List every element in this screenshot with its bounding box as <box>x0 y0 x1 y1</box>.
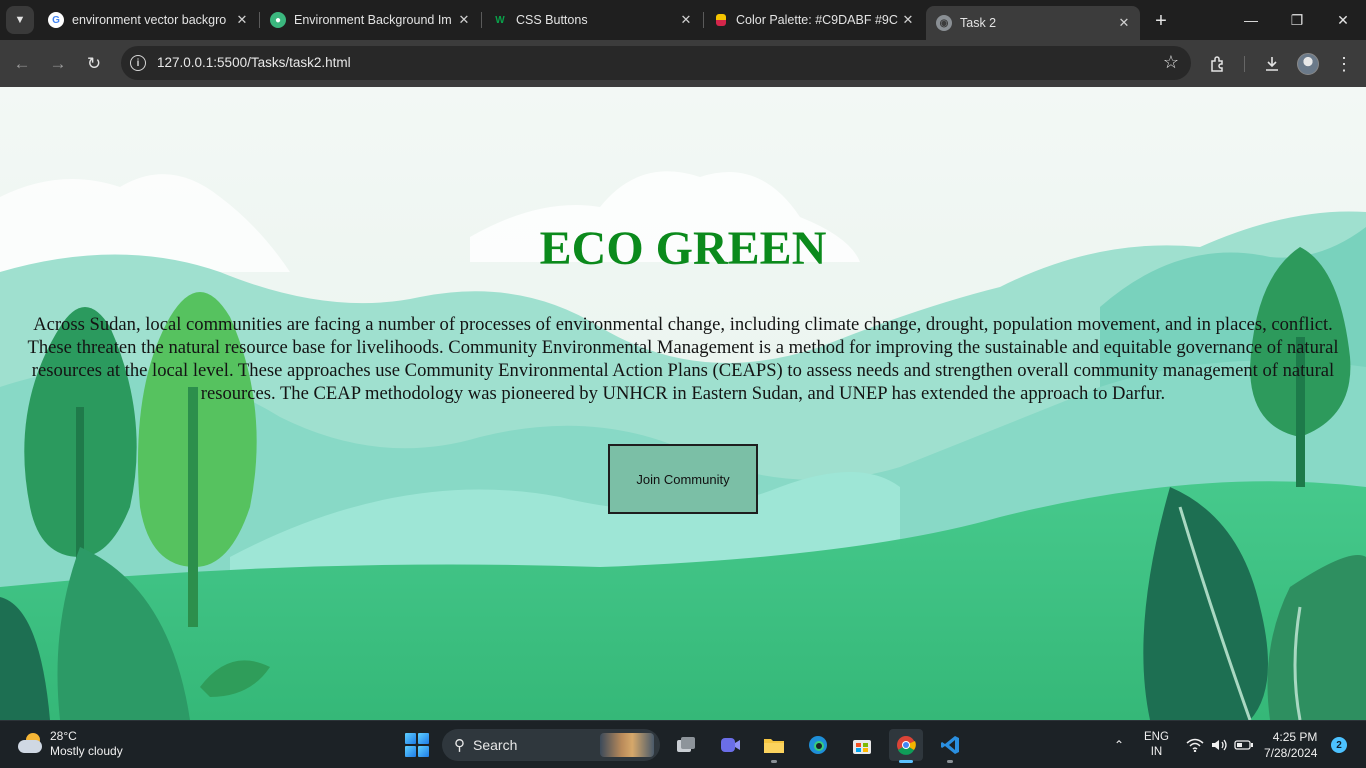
search-icon: ⚲ <box>454 737 465 754</box>
tab-close-icon[interactable]: ✕ <box>454 10 474 30</box>
chrome-icon[interactable] <box>889 729 923 763</box>
site-info-icon[interactable]: i <box>130 55 146 71</box>
toolbar-divider <box>1244 56 1245 72</box>
language-region: IN <box>1150 746 1163 758</box>
app-active-indicator <box>899 760 913 763</box>
browser-toolbar: ← → ↻ i 127.0.0.1:5500/Tasks/task2.html … <box>0 40 1366 87</box>
taskbar-search-box[interactable]: ⚲ Search <box>442 729 660 761</box>
browser-tab[interactable]: G environment vector backgro ✕ <box>38 6 258 34</box>
show-hidden-icons-button[interactable]: ⌃ <box>1114 721 1124 768</box>
back-arrow-icon[interactable]: ← <box>8 50 36 78</box>
app-running-indicator <box>947 760 953 763</box>
window-close-icon[interactable]: ✕ <box>1320 0 1366 40</box>
tab-title: environment vector backgro <box>72 13 227 27</box>
tab-close-icon[interactable]: ✕ <box>1114 13 1134 33</box>
chevron-down-icon: ▼ <box>14 14 26 26</box>
new-tab-button[interactable]: + <box>1148 8 1174 34</box>
address-url[interactable]: 127.0.0.1:5500/Tasks/task2.html <box>157 55 351 70</box>
meet-icon[interactable] <box>713 729 747 761</box>
earth-icon: ● <box>270 12 286 28</box>
notification-badge[interactable]: 2 <box>1331 737 1347 753</box>
wifi-icon <box>1186 738 1204 752</box>
vscode-icon[interactable] <box>933 729 967 763</box>
clock-date: 7/28/2024 <box>1264 746 1318 760</box>
weather-temperature: 28°C <box>50 729 77 743</box>
browser-tab[interactable]: W CSS Buttons ✕ <box>482 6 702 34</box>
tab-search-button[interactable]: ▼ <box>6 6 34 34</box>
chevron-up-icon: ⌃ <box>1114 738 1125 752</box>
edge-icon[interactable] <box>801 729 835 761</box>
windows-start-icon[interactable] <box>405 733 429 757</box>
tab-title: CSS Buttons <box>516 13 588 27</box>
clock[interactable]: 4:25 PM 7/28/2024 <box>1264 721 1317 768</box>
quick-settings[interactable] <box>1186 721 1254 768</box>
browser-tab[interactable]: ● Environment Background Im ✕ <box>260 6 480 34</box>
task-view-icon[interactable] <box>669 729 703 761</box>
volume-icon <box>1212 739 1227 751</box>
windows-taskbar: 28°C Mostly cloudy ⚲ Search ⌃ ENG IN 4:2… <box>0 720 1366 768</box>
browser-tab-strip: ▼ G environment vector backgro ✕ ● Envir… <box>0 0 1366 40</box>
globe-icon: ◉ <box>936 15 952 31</box>
reload-icon[interactable]: ↻ <box>80 50 108 78</box>
page-content: ECO GREEN Across Sudan, local communitie… <box>0 87 1366 720</box>
web-page-viewport: ECO GREEN Across Sudan, local communitie… <box>0 87 1366 720</box>
search-highlight-image <box>600 733 654 757</box>
tab-title: Color Palette: #C9DABF #9C <box>736 13 898 27</box>
address-bar[interactable]: i 127.0.0.1:5500/Tasks/task2.html ☆ <box>121 46 1191 80</box>
w-logo-icon: W <box>495 14 505 26</box>
battery-icon <box>1234 740 1253 750</box>
clock-time: 4:25 PM <box>1272 730 1318 744</box>
weather-condition: Mostly cloudy <box>50 744 123 758</box>
bookmark-star-icon[interactable]: ☆ <box>1163 52 1179 73</box>
extensions-puzzle-icon[interactable] <box>1204 50 1232 78</box>
join-community-button[interactable]: Join Community <box>608 444 758 514</box>
google-icon: G <box>48 12 64 28</box>
tab-close-icon[interactable]: ✕ <box>676 10 696 30</box>
restore-icon[interactable]: ❐ <box>1274 0 1320 40</box>
tab-title: Task 2 <box>960 16 997 30</box>
app-running-indicator <box>771 760 777 763</box>
minimize-icon[interactable]: — <box>1228 0 1274 40</box>
profile-avatar[interactable] <box>1297 53 1319 75</box>
page-title: ECO GREEN <box>539 222 827 275</box>
language-indicator[interactable]: ENG IN <box>1144 721 1169 768</box>
tab-close-icon[interactable]: ✕ <box>898 10 918 30</box>
store-icon[interactable] <box>845 729 879 761</box>
download-icon[interactable] <box>1258 50 1286 78</box>
browser-tab[interactable]: Color Palette: #C9DABF #9C ✕ <box>704 6 924 34</box>
browser-menu-icon[interactable]: ⋮ <box>1330 50 1358 78</box>
taskbar-search-label: Search <box>473 737 518 753</box>
tab-title: Environment Background Im <box>294 13 452 27</box>
palette-icon <box>716 14 726 26</box>
partly-cloudy-icon <box>16 732 44 756</box>
tab-close-icon[interactable]: ✕ <box>232 10 252 30</box>
forward-arrow-icon[interactable]: → <box>44 50 72 78</box>
weather-widget[interactable]: 28°C Mostly cloudy <box>16 729 123 759</box>
intro-paragraph: Across Sudan, local communities are faci… <box>27 314 1339 404</box>
language-code: ENG <box>1144 731 1169 743</box>
browser-tab-active[interactable]: ◉ Task 2 ✕ <box>926 6 1140 40</box>
file-explorer-icon[interactable] <box>757 729 791 763</box>
